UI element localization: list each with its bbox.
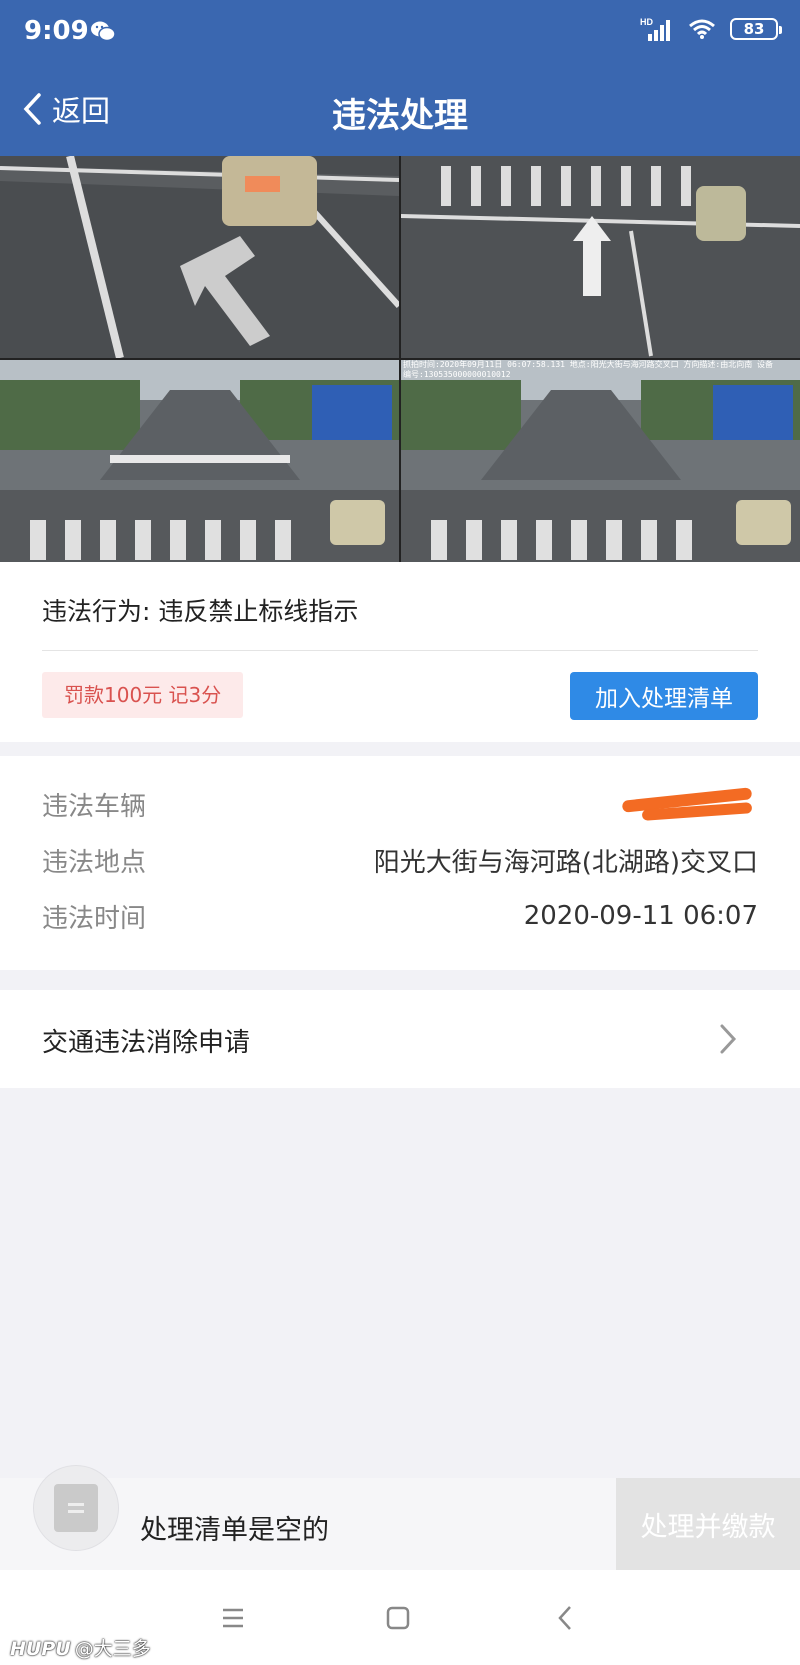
watermark-user: @大三多 — [74, 1638, 151, 1660]
menu-icon[interactable] — [213, 1598, 253, 1638]
violation-behavior: 违法行为: 违反禁止标线指示 — [42, 597, 359, 626]
plate-redaction — [621, 784, 758, 824]
camera-caption-line2: 编号:130535000000010012 — [403, 370, 511, 379]
fine-badge: 罚款100元 记3分 — [42, 672, 244, 718]
camera-caption-line1: 抓拍时间:2020年09月11日 06:07:58.131 地点:阳光大街与海河… — [403, 360, 774, 369]
home-icon[interactable] — [378, 1598, 418, 1638]
watermark: HUPU @大三多 — [10, 1634, 151, 1661]
empty-list-text: 处理清单是空的 — [140, 1515, 329, 1546]
add-to-list-button[interactable]: 加入处理清单 — [570, 672, 758, 720]
wifi-icon — [689, 19, 715, 39]
vehicle-key: 违法车辆 — [42, 791, 147, 822]
location-key: 违法地点 — [42, 847, 147, 878]
evidence-photo-2[interactable] — [401, 156, 800, 358]
location-row: 违法地点 阳光大街与海河路(北湖路)交叉口 — [42, 840, 758, 880]
status-time: 9:09 — [24, 16, 89, 46]
chevron-right-icon — [720, 1024, 737, 1054]
chevron-left-icon — [23, 93, 41, 125]
time-value: 2020-09-11 06:07 — [523, 901, 758, 931]
evidence-photo-1[interactable] — [0, 156, 399, 358]
location-value: 阳光大街与海河路(北湖路)交叉口 — [373, 847, 758, 878]
app-header: 9:09 HD 83 返回 违法处理 — [0, 0, 800, 156]
battery-icon: 83 — [730, 18, 782, 40]
back-label: 返回 — [52, 94, 111, 128]
appeal-label: 交通违法消除申请 — [42, 1028, 251, 1058]
network-label: HD — [640, 17, 653, 27]
status-icons: HD 83 — [640, 16, 782, 42]
back-nav-icon[interactable] — [546, 1598, 586, 1638]
back-button[interactable]: 返回 — [22, 88, 110, 130]
process-and-pay-button[interactable]: 处理并缴款 — [616, 1478, 800, 1570]
page-title: 违法处理 — [332, 96, 468, 136]
evidence-photo-3[interactable] — [0, 360, 399, 562]
violation-card: 违法行为: 违反禁止标线指示 罚款100元 记3分 加入处理清单 — [0, 562, 800, 742]
evidence-photos: 抓拍时间:2020年09月11日 06:07:58.131 地点:阳光大街与海河… — [0, 156, 800, 562]
evidence-photo-4[interactable]: 抓拍时间:2020年09月11日 06:07:58.131 地点:阳光大街与海河… — [401, 360, 800, 562]
list-icon[interactable] — [34, 1466, 118, 1550]
camera-caption: 抓拍时间:2020年09月11日 06:07:58.131 地点:阳光大街与海河… — [403, 360, 773, 380]
divider — [42, 650, 758, 651]
time-key: 违法时间 — [42, 903, 147, 934]
vehicle-row: 违法车辆 — [42, 784, 758, 824]
violation-details: 违法车辆 违法地点 阳光大街与海河路(北湖路)交叉口 违法时间 2020-09-… — [0, 756, 800, 970]
signal-icon: HD — [640, 17, 670, 41]
watermark-brand: HUPU — [10, 1638, 71, 1660]
wechat-icon — [91, 21, 116, 42]
appeal-row[interactable]: 交通违法消除申请 — [0, 990, 800, 1088]
time-row: 违法时间 2020-09-11 06:07 — [42, 896, 758, 936]
